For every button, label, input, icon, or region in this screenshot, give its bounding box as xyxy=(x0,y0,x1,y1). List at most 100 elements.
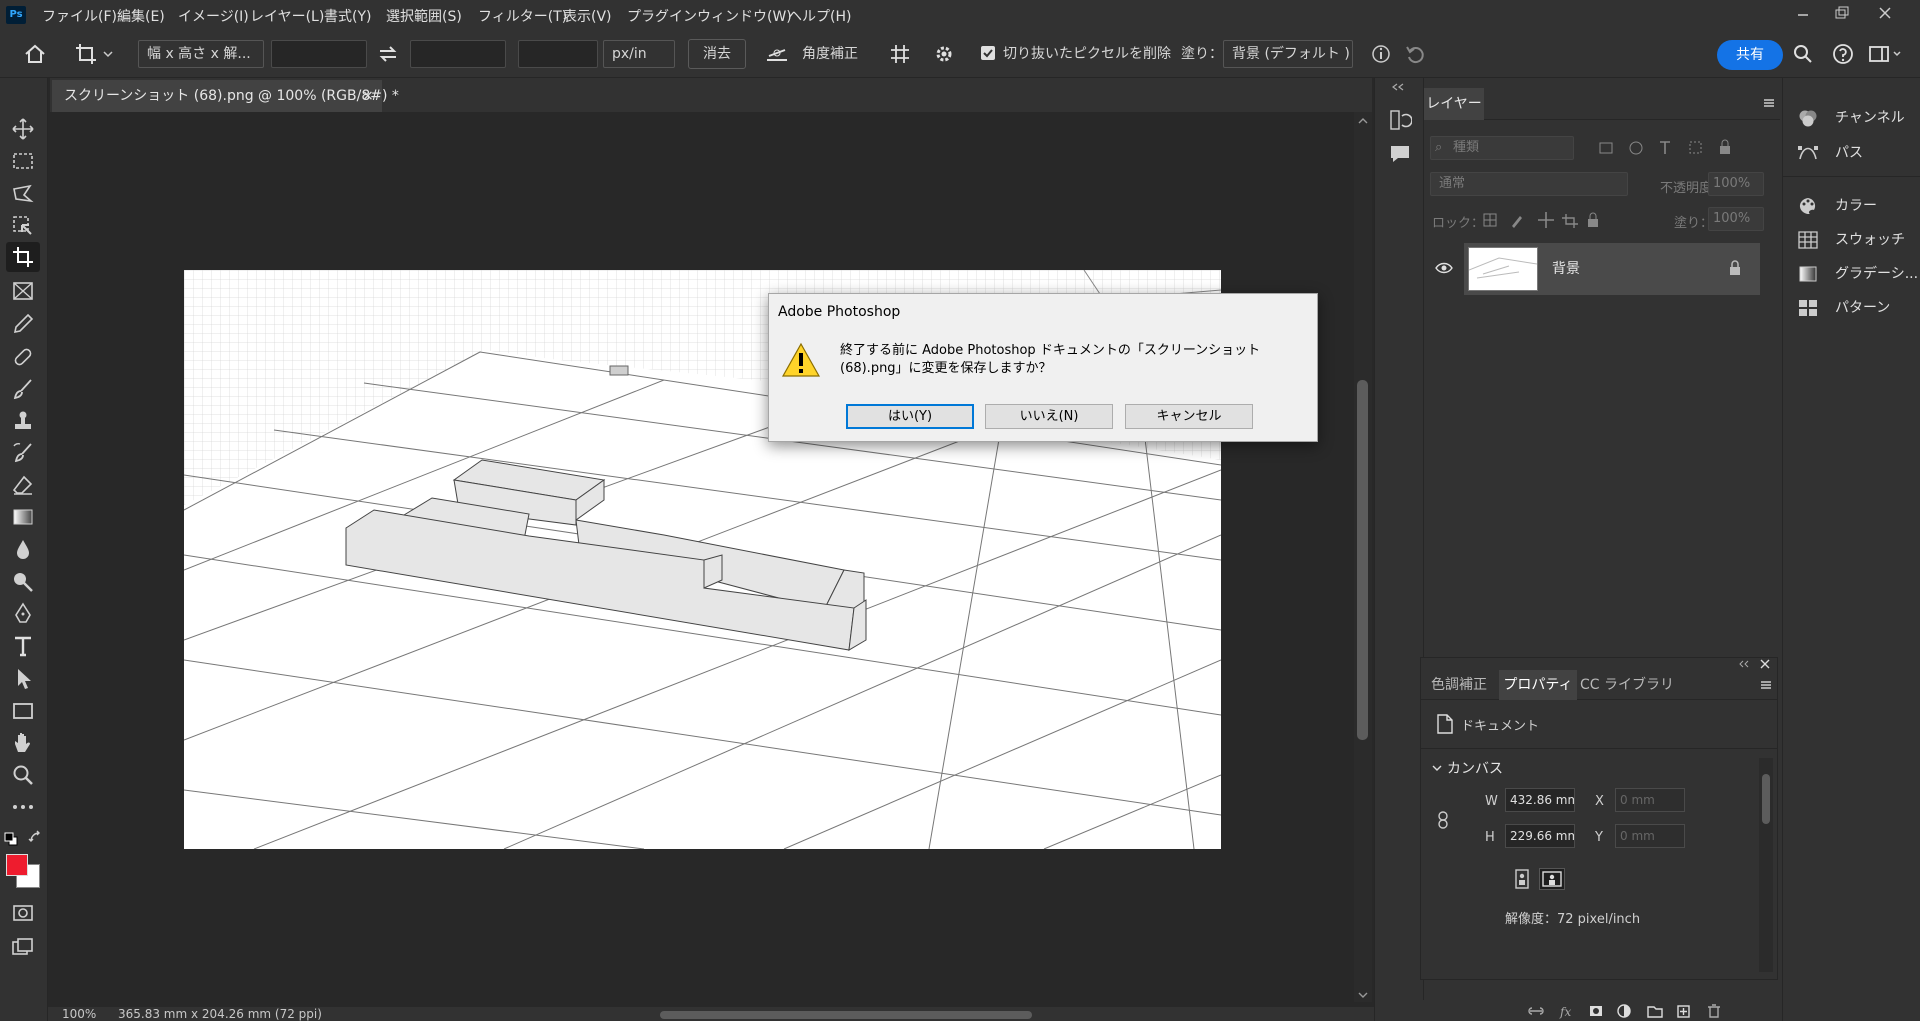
layer-action-icons[interactable]: fx xyxy=(1526,1003,1746,1019)
minimize-icon[interactable] xyxy=(1790,3,1816,25)
properties-scrollbar[interactable] xyxy=(1759,758,1773,972)
canvas-width-input[interactable]: 432.86 mm xyxy=(1505,788,1575,812)
document-tab[interactable]: スクリーンショット (68).png @ 100% (RGB/8#) * × xyxy=(52,80,399,112)
crop-tool-icon[interactable] xyxy=(10,244,36,270)
collapse-arrows-icon[interactable] xyxy=(1389,82,1409,92)
straighten-label[interactable]: 角度補正 xyxy=(802,43,858,63)
foreground-color-swatch[interactable] xyxy=(6,854,28,876)
panel-paths[interactable]: パス xyxy=(1797,139,1920,167)
cancel-button[interactable]: キャンセル xyxy=(1125,404,1253,429)
menu-view[interactable]: 表示(V) xyxy=(563,6,612,26)
stamp-tool-icon[interactable] xyxy=(10,408,36,434)
scroll-down-icon[interactable] xyxy=(1356,990,1370,1000)
link-icon[interactable] xyxy=(1435,810,1451,830)
landscape-icon[interactable] xyxy=(1539,868,1565,890)
unit-select[interactable]: px/in xyxy=(603,40,675,68)
portrait-icon[interactable] xyxy=(1511,868,1533,890)
opacity-input[interactable]: 100% xyxy=(1708,172,1764,196)
delete-cropped-checkbox[interactable] xyxy=(981,46,995,60)
vertical-scroll-thumb[interactable] xyxy=(1357,380,1368,740)
panel-gradients[interactable]: グラデーシ... xyxy=(1797,260,1920,288)
menu-type[interactable]: 書式(Y) xyxy=(324,6,371,26)
screen-mode-icon[interactable] xyxy=(10,934,36,960)
quick-mask-icon[interactable] xyxy=(10,900,36,926)
eyedropper-tool-icon[interactable] xyxy=(10,311,36,337)
menu-help[interactable]: ヘルプ(H) xyxy=(788,6,851,26)
menu-plugins[interactable]: プラグイン xyxy=(627,6,697,26)
no-button[interactable]: いいえ(N) xyxy=(985,404,1113,429)
info-icon[interactable] xyxy=(1370,43,1392,65)
restore-icon[interactable] xyxy=(1828,3,1854,25)
swap-icon[interactable] xyxy=(376,42,400,66)
frame-tool-icon[interactable] xyxy=(10,278,36,304)
history-brush-tool-icon[interactable] xyxy=(10,440,36,466)
home-icon[interactable] xyxy=(22,42,48,66)
comments-icon[interactable] xyxy=(1388,142,1412,166)
tab-adjustments[interactable]: 色調補正 xyxy=(1421,670,1497,700)
rectangle-tool-icon[interactable] xyxy=(10,698,36,724)
blur-tool-icon[interactable] xyxy=(10,537,36,563)
lasso-tool-icon[interactable] xyxy=(10,181,36,207)
blend-mode-select[interactable]: 通常 xyxy=(1430,172,1628,196)
chevron-down-icon[interactable] xyxy=(1431,762,1443,774)
width-input[interactable] xyxy=(271,40,367,68)
layer-filter-select[interactable]: ⌕ 種類 xyxy=(1430,136,1574,160)
tab-properties[interactable]: プロパティ xyxy=(1499,670,1577,700)
panel-swatches[interactable]: スウォッチ xyxy=(1797,226,1920,254)
properties-scroll-thumb[interactable] xyxy=(1762,774,1770,824)
hand-tool-icon[interactable] xyxy=(10,730,36,756)
panel-color[interactable]: カラー xyxy=(1797,192,1920,220)
document-size-info[interactable]: 365.83 mm x 204.26 mm (72 ppi) xyxy=(118,1007,322,1021)
panel-patterns[interactable]: パターン xyxy=(1797,294,1920,322)
default-colors-icon[interactable] xyxy=(4,832,18,846)
marquee-tool-icon[interactable] xyxy=(10,148,36,174)
zoom-tool-icon[interactable] xyxy=(10,762,36,788)
menu-edit[interactable]: 編集(E) xyxy=(117,6,165,26)
gradient-tool-icon[interactable] xyxy=(10,504,36,530)
panel-collapse-close[interactable] xyxy=(1735,658,1775,670)
straighten-icon[interactable] xyxy=(764,42,790,66)
gear-icon[interactable] xyxy=(932,42,956,66)
resolution-input[interactable] xyxy=(518,40,598,68)
delete-cropped-label[interactable]: 切り抜いたピクセルを削除 xyxy=(1003,43,1171,63)
layer-name[interactable]: 背景 xyxy=(1552,258,1580,278)
path-select-tool-icon[interactable] xyxy=(10,666,36,692)
menu-layer[interactable]: レイヤー(L) xyxy=(250,6,324,26)
crop-preset-icon[interactable] xyxy=(72,40,116,68)
menu-file[interactable]: ファイル(F) xyxy=(42,6,117,26)
tab-cc-libraries[interactable]: CC ライブラリ xyxy=(1579,670,1675,700)
ratio-select[interactable]: 幅 x 高さ x 解... xyxy=(138,40,264,68)
tab-layers[interactable]: レイヤー xyxy=(1424,88,1484,120)
healing-brush-tool-icon[interactable] xyxy=(10,344,36,370)
canvas-y-input[interactable]: 0 mm xyxy=(1615,824,1685,848)
eye-icon[interactable] xyxy=(1434,260,1454,276)
pen-tool-icon[interactable] xyxy=(10,601,36,627)
reset-icon[interactable] xyxy=(1404,43,1426,65)
panel-menu-icon[interactable] xyxy=(1759,678,1773,692)
canvas-height-input[interactable]: 229.66 mm xyxy=(1505,824,1575,848)
panel-channels[interactable]: チャンネル xyxy=(1797,104,1920,132)
brush-tool-icon[interactable] xyxy=(10,376,36,402)
scroll-up-icon[interactable] xyxy=(1356,116,1370,126)
menu-window[interactable]: ウィンドウ(W) xyxy=(697,6,792,26)
canvas-x-input[interactable]: 0 mm xyxy=(1615,788,1685,812)
more-tools-icon[interactable] xyxy=(10,794,36,820)
fill-select[interactable]: 背景 (デフォルト ) xyxy=(1223,40,1353,68)
search-icon[interactable] xyxy=(1792,43,1814,65)
menu-filter[interactable]: フィルター(T) xyxy=(478,6,567,26)
height-input[interactable] xyxy=(410,40,506,68)
zoom-level[interactable]: 100% xyxy=(62,1007,96,1021)
swap-colors-icon[interactable] xyxy=(28,830,42,844)
menu-image[interactable]: イメージ(I) xyxy=(178,6,249,26)
dodge-tool-icon[interactable] xyxy=(10,569,36,595)
share-button[interactable]: 共有 xyxy=(1717,40,1783,70)
fill-input[interactable]: 100% xyxy=(1708,207,1764,231)
type-tool-icon[interactable] xyxy=(10,633,36,659)
workspace-icon[interactable] xyxy=(1868,43,1904,65)
panel-menu-icon[interactable] xyxy=(1762,96,1776,110)
tab-close-icon[interactable]: × xyxy=(362,80,374,112)
menu-select[interactable]: 選択範囲(S) xyxy=(386,6,462,26)
close-icon[interactable] xyxy=(1872,3,1898,25)
yes-button[interactable]: はい(Y) xyxy=(846,404,974,429)
history-icon[interactable] xyxy=(1388,108,1412,132)
